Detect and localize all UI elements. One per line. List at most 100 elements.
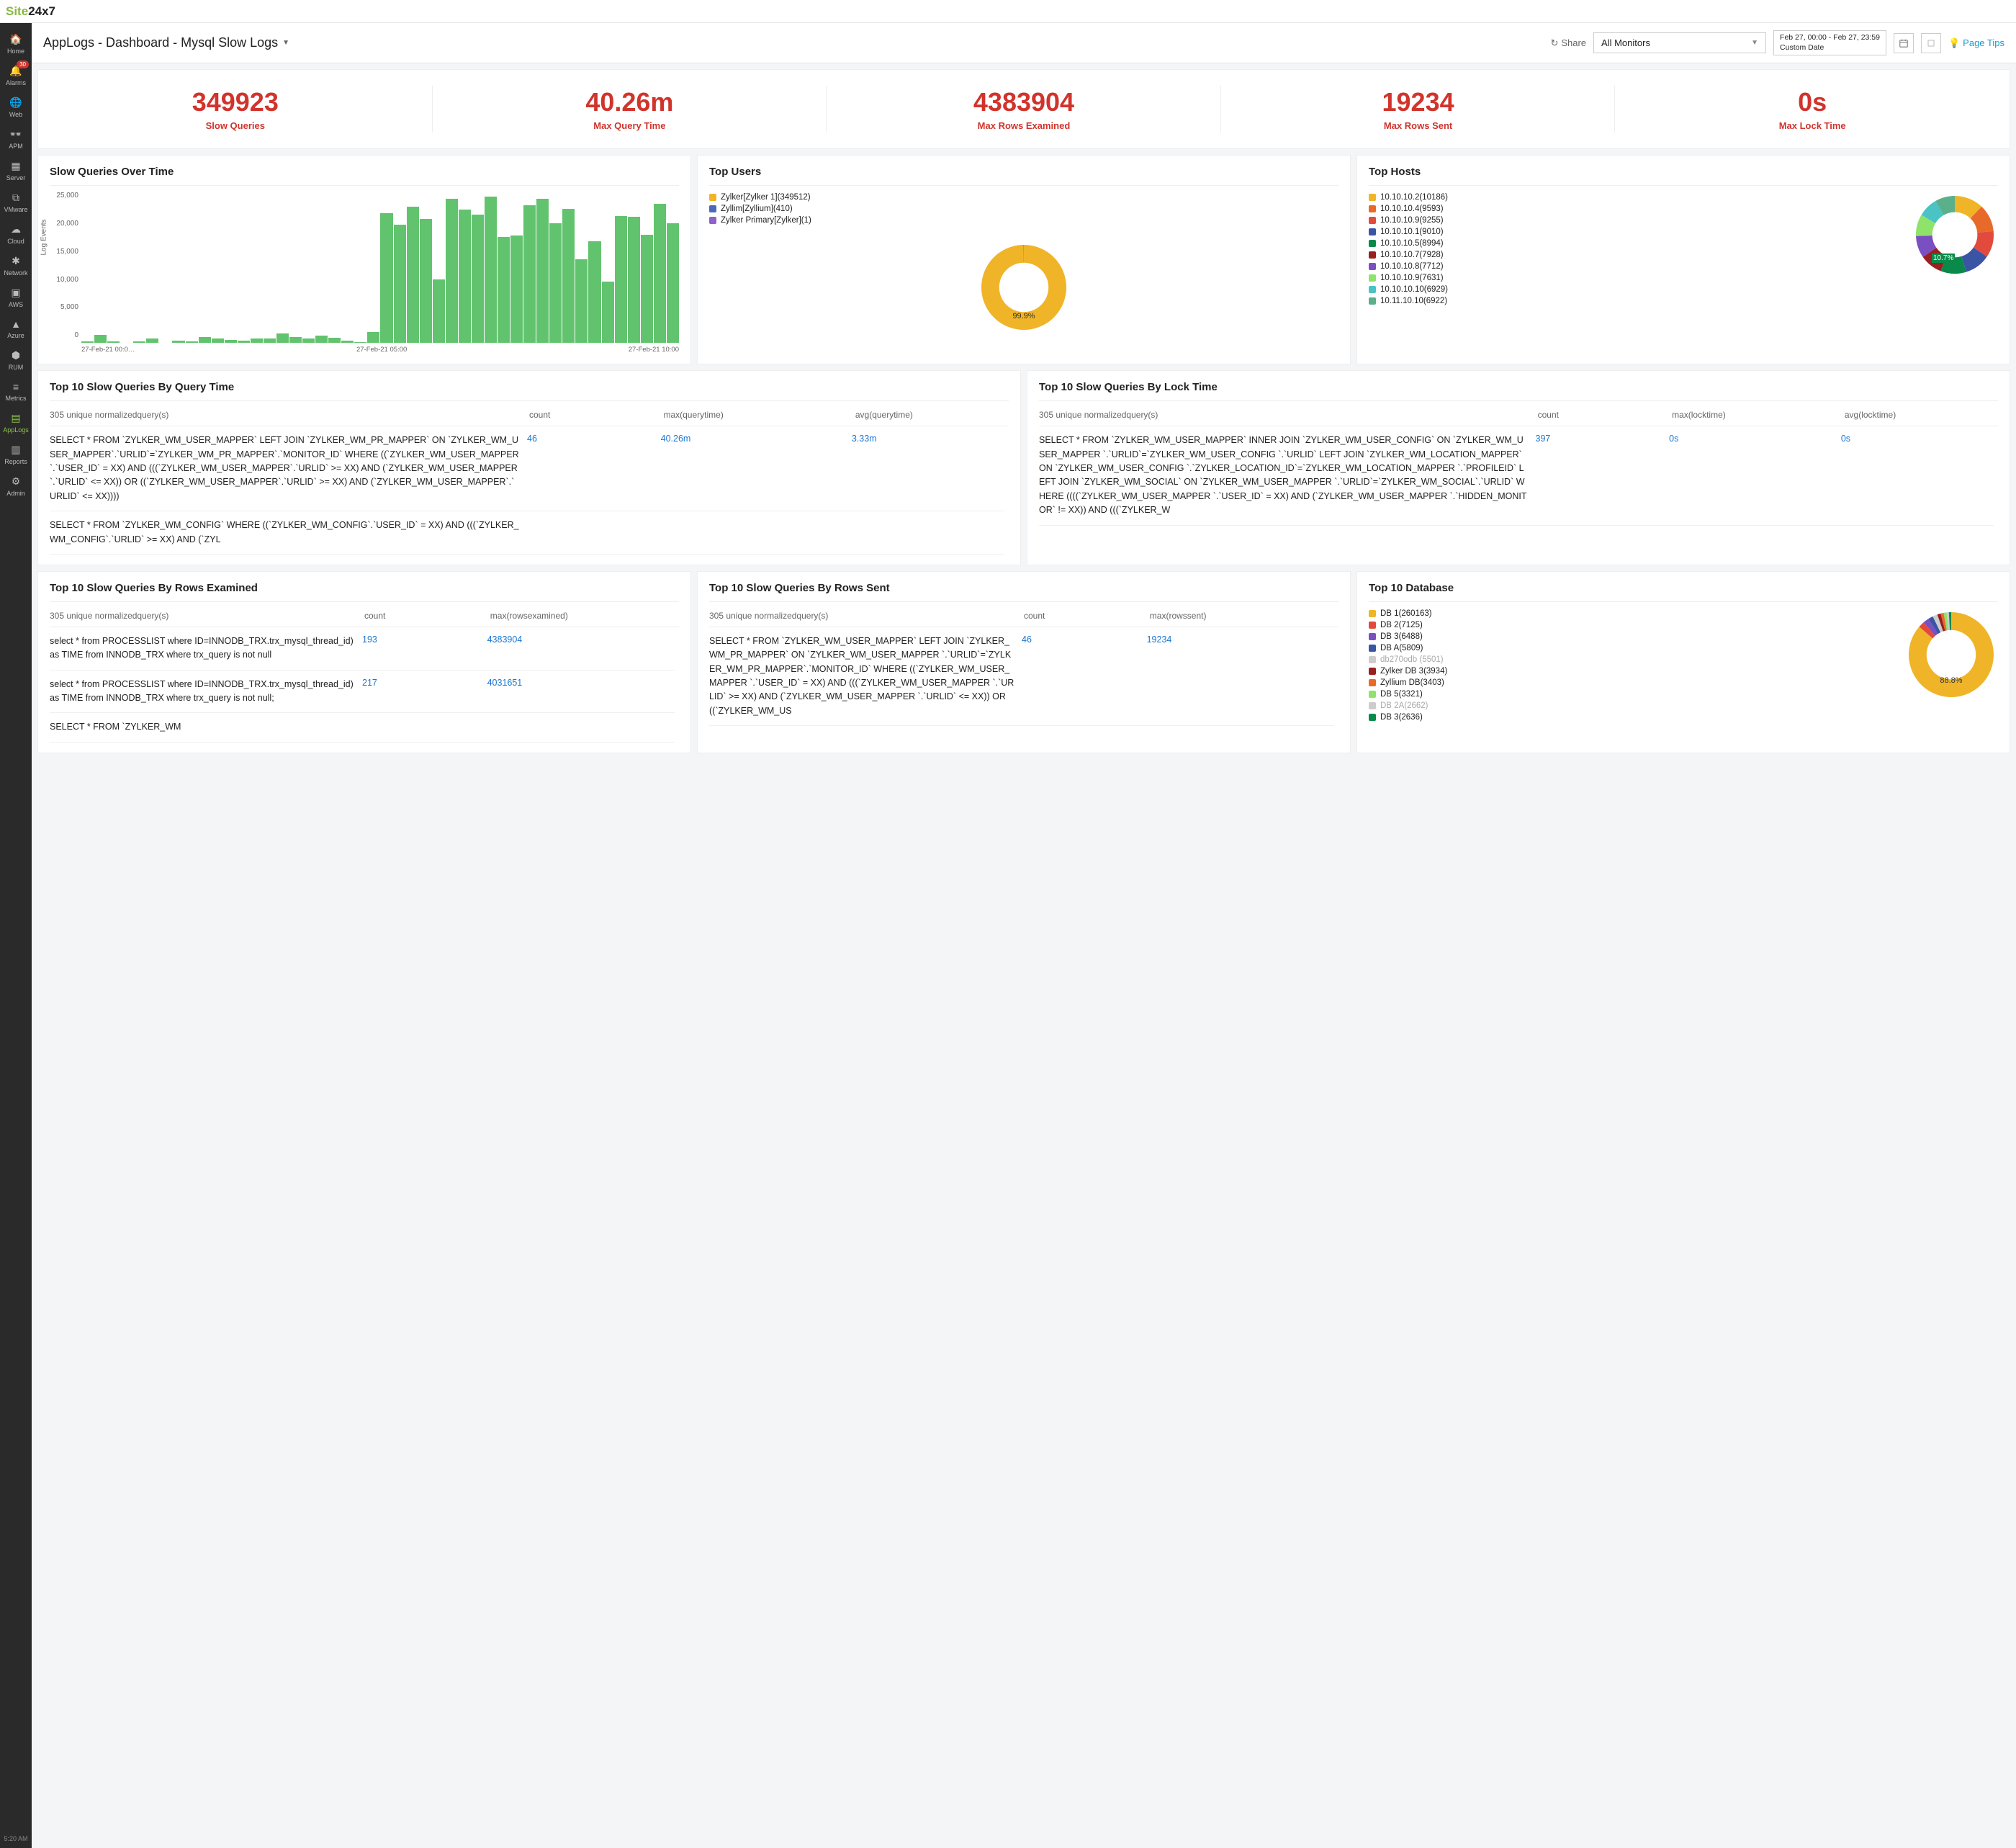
legend-item[interactable]: 10.10.10.5(8994) bbox=[1369, 238, 1904, 249]
widget-title: Top 10 Slow Queries By Rows Sent bbox=[709, 582, 1338, 602]
metric-link[interactable] bbox=[362, 720, 487, 734]
clock: 5:20 AM bbox=[4, 1829, 27, 1848]
legend-item[interactable]: DB 2A(2662) bbox=[1369, 700, 1897, 712]
metric-link[interactable] bbox=[487, 720, 675, 734]
rum-icon: ⬢ bbox=[0, 349, 32, 362]
legend-item[interactable]: 10.10.10.4(9593) bbox=[1369, 203, 1904, 215]
nav-server[interactable]: ▦Server bbox=[0, 154, 32, 186]
nav-web[interactable]: 🌐Web bbox=[0, 91, 32, 122]
legend-item[interactable]: DB 3(6488) bbox=[1369, 631, 1897, 642]
metric-link[interactable]: 193 bbox=[362, 634, 487, 663]
widget-top-db: Top 10 Database DB 1(260163)DB 2(7125)DB… bbox=[1356, 571, 2010, 753]
nav-alarms[interactable]: 🔔Alarms30 bbox=[0, 59, 32, 91]
metric-link[interactable]: 217 bbox=[362, 678, 487, 706]
legend-item[interactable]: 10.10.10.9(7631) bbox=[1369, 272, 1904, 284]
widget-title: Top 10 Slow Queries By Query Time bbox=[50, 381, 1009, 401]
nav-metrics[interactable]: ≡Metrics bbox=[0, 375, 32, 406]
widget-title: Top 10 Slow Queries By Rows Examined bbox=[50, 582, 679, 602]
widget-top-users: Top Users Zylker[Zylker 1](349512)Zyllim… bbox=[697, 155, 1351, 364]
table-row: select * from PROCESSLIST where ID=INNOD… bbox=[50, 627, 675, 670]
bulb-icon: 💡 bbox=[1948, 37, 1960, 49]
legend-item[interactable]: Zyllim[Zyllium](410) bbox=[709, 203, 1338, 215]
logs-icon: ▤ bbox=[0, 412, 32, 424]
metric-link[interactable]: 4383904 bbox=[487, 634, 675, 663]
kpi-max-rows-sent: 19234Max Rows Sent bbox=[1221, 70, 1616, 148]
alarm-badge: 30 bbox=[17, 60, 29, 68]
metric-link[interactable] bbox=[852, 519, 1004, 547]
table-body[interactable]: SELECT * FROM `ZYLKER_WM_USER_MAPPER` IN… bbox=[1039, 426, 1998, 525]
legend-item[interactable]: Zyllium DB(3403) bbox=[1369, 677, 1897, 688]
legend-item[interactable]: 10.11.10.10(6922) bbox=[1369, 295, 1904, 307]
legend-item[interactable]: 10.10.10.7(7928) bbox=[1369, 249, 1904, 261]
share-button[interactable]: ↻ Share bbox=[1550, 37, 1586, 49]
kpi-max-rows-examined: 4383904Max Rows Examined bbox=[827, 70, 1221, 148]
nav-apm[interactable]: 👓APM bbox=[0, 122, 32, 154]
legend-item[interactable]: 10.10.10.9(9255) bbox=[1369, 215, 1904, 226]
nav-admin[interactable]: ⚙Admin bbox=[0, 470, 32, 501]
nav-cloud[interactable]: ☁Cloud bbox=[0, 217, 32, 249]
globe-icon: 🌐 bbox=[0, 97, 32, 109]
table-row: SELECT * FROM `ZYLKER_WM_CONFIG` WHERE (… bbox=[50, 511, 1004, 555]
nav-home[interactable]: 🏠Home bbox=[0, 27, 32, 59]
table-row: SELECT * FROM `ZYLKER_WM bbox=[50, 713, 675, 742]
metric-link[interactable]: 4031651 bbox=[487, 678, 675, 706]
table-body[interactable]: select * from PROCESSLIST where ID=INNOD… bbox=[50, 627, 679, 743]
legend-item[interactable]: Zylker DB 3(3934) bbox=[1369, 665, 1897, 677]
legend-item[interactable]: DB 3(2636) bbox=[1369, 712, 1897, 723]
legend-item[interactable]: Zylker Primary[Zylker](1) bbox=[709, 215, 1338, 226]
metric-link[interactable]: 3.33m bbox=[852, 434, 1004, 503]
nav-aws[interactable]: ▣AWS bbox=[0, 281, 32, 313]
metric-link[interactable]: 0s bbox=[1669, 434, 1841, 517]
server-icon: ▦ bbox=[0, 160, 32, 172]
metric-link[interactable]: 46 bbox=[1022, 634, 1147, 718]
legend-item[interactable]: 10.10.10.2(10186) bbox=[1369, 192, 1904, 203]
legend-item[interactable]: 10.10.10.8(7712) bbox=[1369, 261, 1904, 272]
metric-link[interactable]: 0s bbox=[1841, 434, 1994, 517]
legend-item[interactable]: db270odb (5501) bbox=[1369, 654, 1897, 665]
nav-applogs[interactable]: ▤AppLogs bbox=[0, 406, 32, 438]
table-body[interactable]: SELECT * FROM `ZYLKER_WM_USER_MAPPER` LE… bbox=[709, 627, 1338, 726]
monitor-select[interactable]: All Monitors ▼ bbox=[1593, 32, 1766, 53]
legend: DB 1(260163)DB 2(7125)DB 3(6488)DB A(580… bbox=[1369, 608, 1897, 723]
side-nav: 🏠Home🔔Alarms30🌐Web👓APM▦Server⧉VMware☁Clo… bbox=[0, 23, 32, 1848]
calendar-icon[interactable] bbox=[1894, 33, 1914, 53]
page-title[interactable]: AppLogs - Dashboard - Mysql Slow Logs ▼ bbox=[43, 35, 1543, 50]
legend: Zylker[Zylker 1](349512)Zyllim[Zyllium](… bbox=[709, 192, 1338, 226]
kpi-max-query-time: 40.26mMax Query Time bbox=[433, 70, 827, 148]
table-header: 305 unique normalizedquery(s)countmax(lo… bbox=[1039, 407, 1998, 426]
nav-vmware[interactable]: ⧉VMware bbox=[0, 186, 32, 217]
legend-item[interactable]: DB 2(7125) bbox=[1369, 619, 1897, 631]
legend-item[interactable]: DB 1(260163) bbox=[1369, 608, 1897, 619]
cloud-icon: ☁ bbox=[0, 223, 32, 236]
date-range[interactable]: Feb 27, 00:00 - Feb 27, 23:59 Custom Dat… bbox=[1773, 30, 1886, 55]
metric-link[interactable]: 19234 bbox=[1147, 634, 1334, 718]
legend-item[interactable]: DB 5(3321) bbox=[1369, 688, 1897, 700]
kpi-slow-queries: 349923Slow Queries bbox=[38, 70, 433, 148]
legend-item[interactable]: 10.10.10.10(6929) bbox=[1369, 284, 1904, 295]
nav-rum[interactable]: ⬢RUM bbox=[0, 344, 32, 375]
logo-bar: Site24x7 bbox=[0, 0, 2016, 23]
metric-link[interactable] bbox=[527, 519, 661, 547]
metric-link[interactable]: 46 bbox=[527, 434, 661, 503]
widget-by-rows-sent: Top 10 Slow Queries By Rows Sent305 uniq… bbox=[697, 571, 1351, 753]
binoc-icon: 👓 bbox=[0, 128, 32, 140]
metric-link[interactable] bbox=[661, 519, 852, 547]
widget-by-rows-examined: Top 10 Slow Queries By Rows Examined305 … bbox=[37, 571, 691, 753]
nav-azure[interactable]: ▲Azure bbox=[0, 313, 32, 344]
table-body[interactable]: SELECT * FROM `ZYLKER_WM_USER_MAPPER` LE… bbox=[50, 426, 1009, 555]
metric-link[interactable]: 40.26m bbox=[661, 434, 852, 503]
nav-network[interactable]: ✱Network bbox=[0, 249, 32, 281]
legend-item[interactable]: 10.10.10.1(9010) bbox=[1369, 226, 1904, 238]
settings-icon[interactable] bbox=[1921, 33, 1941, 53]
metric-link[interactable]: 397 bbox=[1536, 434, 1670, 517]
widget-slow-over-time: Slow Queries Over Time Log Events 25,000… bbox=[37, 155, 691, 364]
legend: 10.10.10.2(10186)10.10.10.4(9593)10.10.1… bbox=[1369, 192, 1904, 307]
kpi-band: 349923Slow Queries40.26mMax Query Time43… bbox=[37, 69, 2010, 149]
nav-reports[interactable]: ▥Reports bbox=[0, 438, 32, 470]
donut-chart bbox=[1904, 608, 1998, 701]
page-tips-link[interactable]: 💡 Page Tips bbox=[1948, 37, 2004, 49]
aws-icon: ▣ bbox=[0, 287, 32, 299]
page-header: AppLogs - Dashboard - Mysql Slow Logs ▼ … bbox=[32, 23, 2016, 63]
legend-item[interactable]: DB A(5809) bbox=[1369, 642, 1897, 654]
legend-item[interactable]: Zylker[Zylker 1](349512) bbox=[709, 192, 1338, 203]
